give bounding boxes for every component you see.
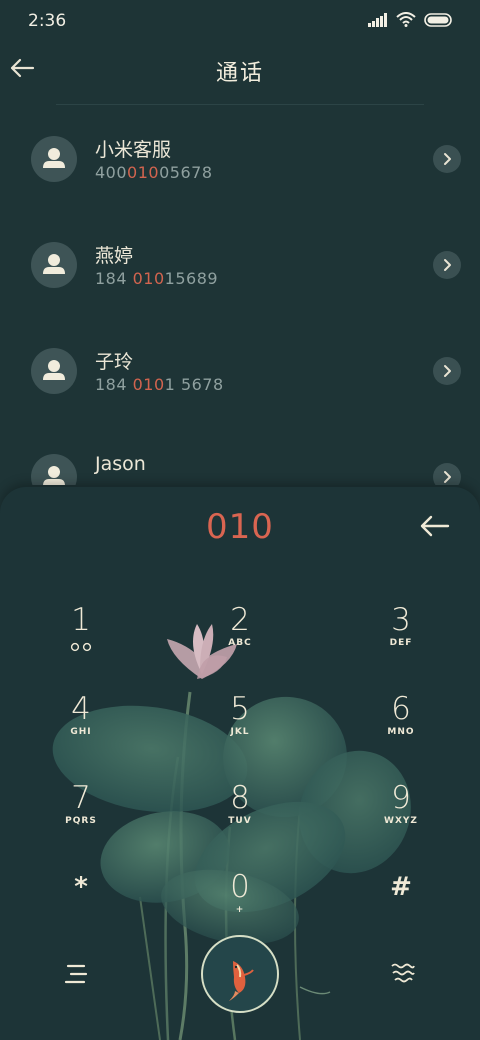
wave-pattern-icon[interactable] bbox=[388, 959, 418, 989]
signal-icon bbox=[368, 12, 387, 27]
contact-list: 小米客服 40001005678 燕婷 184 01015689 子玲 184 … bbox=[0, 105, 480, 485]
contact-name: 燕婷 bbox=[95, 245, 134, 267]
dialed-number: 010 bbox=[206, 507, 274, 547]
key-4[interactable]: 4 GHI bbox=[26, 692, 136, 768]
avatar bbox=[31, 454, 77, 485]
key-9[interactable]: 9 WXYZ bbox=[346, 781, 456, 857]
voicemail-icon bbox=[70, 642, 92, 652]
key-7[interactable]: 7 PQRS bbox=[26, 781, 136, 857]
chevron-right-icon bbox=[444, 471, 451, 483]
chevron-right-icon bbox=[444, 365, 451, 377]
contact-detail-button[interactable] bbox=[433, 145, 461, 173]
status-icons bbox=[368, 12, 454, 27]
contact-detail-button[interactable] bbox=[433, 251, 461, 279]
koi-fish-icon bbox=[229, 961, 254, 1001]
contact-name: Jason bbox=[95, 453, 146, 475]
key-6[interactable]: 6 MNO bbox=[346, 692, 456, 768]
backspace-arrow-icon[interactable] bbox=[418, 513, 452, 539]
contact-name: 子玲 bbox=[95, 351, 134, 373]
chevron-right-icon bbox=[444, 153, 451, 165]
status-time: 2:36 bbox=[28, 11, 67, 31]
battery-icon bbox=[424, 12, 452, 27]
key-2[interactable]: 2 ABC bbox=[185, 603, 295, 679]
contact-detail-button[interactable] bbox=[433, 463, 461, 485]
contact-detail-button[interactable] bbox=[433, 357, 461, 385]
key-3[interactable]: 3 DEF bbox=[346, 603, 456, 679]
chevron-right-icon bbox=[444, 259, 451, 271]
person-icon bbox=[43, 148, 65, 168]
person-icon bbox=[43, 466, 65, 485]
contact-name: 小米客服 bbox=[95, 139, 172, 161]
key-hash[interactable]: # bbox=[346, 870, 456, 946]
page-title: 通话 bbox=[215, 61, 264, 86]
key-star[interactable]: * bbox=[26, 870, 136, 946]
call-button[interactable] bbox=[201, 935, 279, 1013]
menu-lines-icon[interactable] bbox=[62, 959, 92, 989]
person-icon bbox=[43, 360, 65, 380]
dialpad-panel: 010 1 2 ABC 3 DEF 4 GHI 5 JKL 6 MNO 7 PQ… bbox=[0, 487, 480, 1040]
key-5[interactable]: 5 JKL bbox=[185, 692, 295, 768]
contact-number: 184 01015689 bbox=[95, 269, 219, 288]
avatar bbox=[31, 242, 77, 288]
key-1[interactable]: 1 bbox=[26, 603, 136, 679]
contact-row[interactable]: 燕婷 184 01015689 bbox=[0, 211, 480, 317]
avatar bbox=[31, 348, 77, 394]
key-8[interactable]: 8 TUV bbox=[185, 781, 295, 857]
contact-row[interactable]: Jason bbox=[0, 423, 480, 485]
contact-number: 40001005678 bbox=[95, 163, 213, 182]
contact-row[interactable]: 子玲 184 0101 5678 bbox=[0, 317, 480, 423]
header: 通话 bbox=[0, 42, 480, 104]
person-icon bbox=[43, 254, 65, 274]
contact-number: 184 0101 5678 bbox=[95, 375, 224, 394]
contact-row[interactable]: 小米客服 40001005678 bbox=[0, 105, 480, 211]
avatar bbox=[31, 136, 77, 182]
wifi-icon bbox=[396, 12, 416, 27]
status-bar: 2:36 bbox=[0, 0, 480, 42]
